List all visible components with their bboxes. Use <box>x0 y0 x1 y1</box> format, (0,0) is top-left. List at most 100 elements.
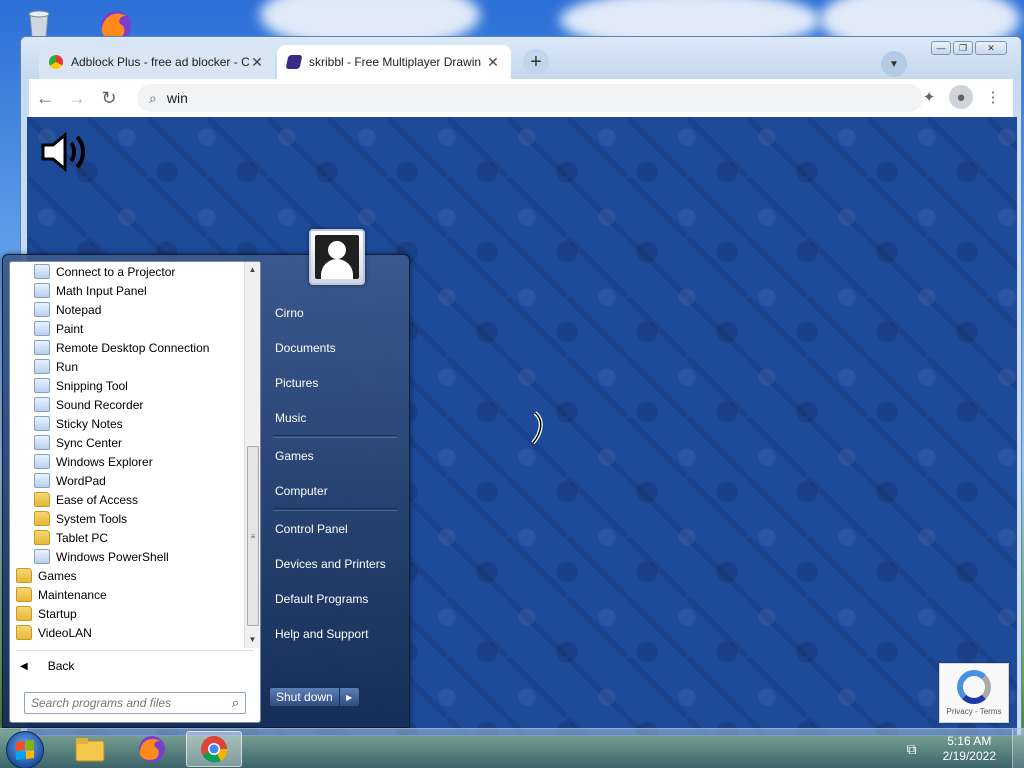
start-link[interactable]: Default Programs <box>265 581 405 616</box>
tab-skribbl[interactable]: skribbl - Free Multiplayer Drawin ✕ <box>277 45 511 79</box>
maximize-button[interactable]: ❐ <box>953 41 973 55</box>
shutdown-button[interactable]: Shut down <box>269 687 340 707</box>
start-link[interactable]: Games <box>265 438 405 473</box>
app-icon <box>34 416 50 431</box>
program-label: System Tools <box>56 511 128 526</box>
program-label: VideoLAN <box>38 625 92 640</box>
start-link[interactable]: Pictures <box>265 365 405 400</box>
speaker-icon[interactable] <box>39 131 87 173</box>
shutdown-options-arrow-icon[interactable]: ▶ <box>339 687 360 707</box>
program-label: Paint <box>56 321 84 336</box>
start-link[interactable]: Music <box>265 400 405 435</box>
network-icon[interactable]: ⧉ <box>907 741 925 757</box>
window-controls: — ❐ ✕ <box>931 41 1007 57</box>
clock[interactable]: 5:16 AM 2/19/2022 <box>943 734 996 764</box>
program-item[interactable]: Tablet PC <box>10 528 244 547</box>
program-label: Windows PowerShell <box>56 549 169 564</box>
start-link[interactable]: Control Panel <box>265 511 405 546</box>
program-item[interactable]: Windows Explorer <box>10 452 244 471</box>
chrome-taskbar-button[interactable] <box>186 731 242 767</box>
start-link[interactable]: Computer <box>265 473 405 508</box>
scroll-thumb[interactable]: ≡ <box>247 446 259 626</box>
program-item[interactable]: Remote Desktop Connection <box>10 338 244 357</box>
start-button[interactable] <box>6 731 44 768</box>
recaptcha-badge[interactable]: Privacy - Terms <box>939 663 1009 723</box>
back-button[interactable]: ◀ Back <box>20 656 74 676</box>
app-icon <box>34 340 50 355</box>
start-link[interactable]: Documents <box>265 330 405 365</box>
program-item[interactable]: Windows PowerShell <box>10 547 244 566</box>
program-label: Run <box>56 359 79 374</box>
app-icon <box>34 302 50 317</box>
search-input[interactable] <box>31 696 232 710</box>
program-item[interactable]: Paint <box>10 319 244 338</box>
close-tab-icon[interactable]: ✕ <box>249 54 265 71</box>
close-window-button[interactable]: ✕ <box>975 41 1007 55</box>
new-tab-button[interactable]: + <box>523 49 549 75</box>
profile-icon[interactable]: ● <box>949 85 973 109</box>
start-link[interactable]: Cirno <box>265 295 405 330</box>
kebab-menu-icon[interactable]: ⋮ <box>981 85 1005 109</box>
folder-icon <box>34 511 50 526</box>
program-item[interactable]: Sticky Notes <box>10 414 244 433</box>
start-link[interactable]: Devices and Printers <box>265 546 405 581</box>
back-button[interactable]: ← <box>29 88 61 109</box>
program-label: Math Input Panel <box>56 283 147 298</box>
program-item[interactable]: Maintenance <box>10 585 244 604</box>
back-arrow-icon: ◀ <box>20 660 28 672</box>
start-menu: Connect to a Projector Math Input Panel No… <box>2 229 410 728</box>
program-label: Connect to a Projector <box>56 264 176 279</box>
show-desktop-button[interactable] <box>1012 729 1024 768</box>
start-search-box[interactable]: ⌕ <box>24 692 246 714</box>
puzzle-icon[interactable]: ✦ <box>917 85 941 109</box>
program-item[interactable]: System Tools <box>10 509 244 528</box>
program-item[interactable]: Startup <box>10 604 244 623</box>
scroll-down-arrow-icon[interactable]: ▼ <box>245 632 260 648</box>
program-item[interactable]: Math Input Panel <box>10 281 244 300</box>
program-item[interactable]: WordPad <box>10 471 244 490</box>
address-bar[interactable]: ⌕ win <box>137 84 923 112</box>
app-icon <box>34 397 50 412</box>
program-item[interactable]: Ease of Access <box>10 490 244 509</box>
program-item[interactable]: Connect to a Projector <box>10 262 244 281</box>
program-label: Games <box>38 568 77 583</box>
file-explorer-taskbar-button[interactable] <box>62 731 118 767</box>
program-item[interactable]: Sound Recorder <box>10 395 244 414</box>
tab-strip: Adblock Plus - free ad blocker - C ✕ skr… <box>21 37 1021 79</box>
firefox-icon <box>139 736 165 762</box>
user-avatar[interactable] <box>309 229 365 285</box>
app-icon <box>34 549 50 564</box>
recaptcha-label[interactable]: Privacy - Terms <box>940 707 1008 716</box>
tab-adblock[interactable]: Adblock Plus - free ad blocker - C ✕ <box>39 45 275 79</box>
program-label: Sticky Notes <box>56 416 123 431</box>
program-item[interactable]: VideoLAN <box>10 623 244 642</box>
scroll-up-arrow-icon[interactable]: ▲ <box>245 262 260 278</box>
program-label: Ease of Access <box>56 492 139 507</box>
folder-icon <box>34 530 50 545</box>
programs-scrollbar[interactable]: ▲ ≡ ▼ <box>244 262 260 648</box>
search-icon: ⌕ <box>149 89 157 106</box>
folder-icon <box>16 587 32 602</box>
program-item[interactable]: Games <box>10 566 244 585</box>
minimize-button[interactable]: — <box>931 41 951 55</box>
app-icon <box>34 321 50 336</box>
program-item[interactable]: Run <box>10 357 244 376</box>
recycle-bin-icon[interactable] <box>22 6 56 40</box>
program-item[interactable]: Sync Center <box>10 433 244 452</box>
close-tab-icon[interactable]: ✕ <box>485 54 501 71</box>
start-link[interactable]: Help and Support <box>265 616 405 651</box>
program-label: Remote Desktop Connection <box>56 340 210 355</box>
app-icon <box>34 454 50 469</box>
tab-search-button[interactable]: ▼ <box>881 51 907 77</box>
forward-button[interactable]: → <box>61 88 93 109</box>
folder-icon <box>16 625 32 640</box>
shutdown-group: Shut down ▶ <box>269 687 360 707</box>
search-icon[interactable]: ⌕ <box>232 695 239 711</box>
firefox-taskbar-button[interactable] <box>124 731 180 767</box>
clock-time: 5:16 AM <box>947 734 992 748</box>
program-item[interactable]: Notepad <box>10 300 244 319</box>
app-icon <box>34 435 50 450</box>
program-item[interactable]: Snipping Tool <box>10 376 244 395</box>
folder-icon <box>16 606 32 621</box>
reload-button[interactable]: ↻ <box>93 88 125 109</box>
